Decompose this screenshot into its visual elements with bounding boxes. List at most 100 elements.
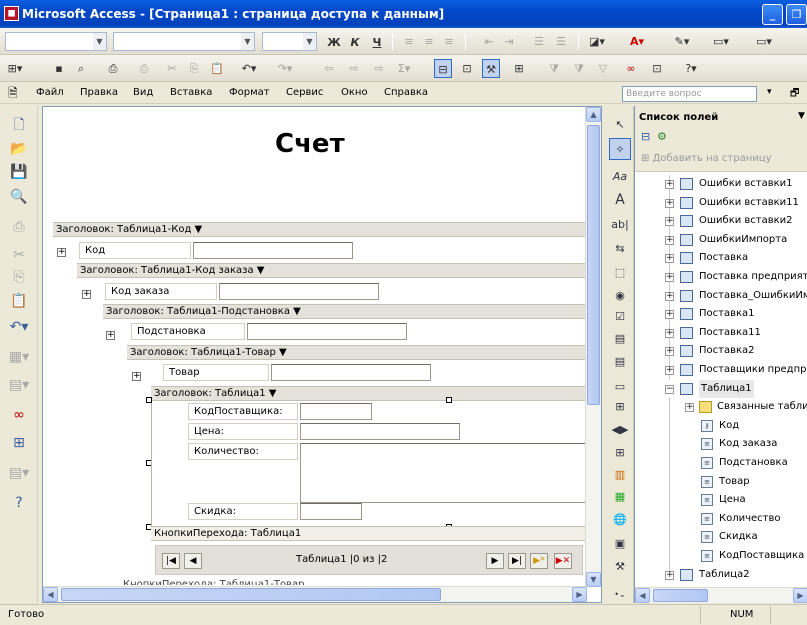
office-chart-icon[interactable]: ▥ bbox=[609, 464, 631, 486]
image-hyperlink-icon[interactable]: ▣ bbox=[609, 533, 631, 555]
tree-field-item[interactable]: ≡ Подстановка bbox=[635, 454, 807, 472]
tree-table-item[interactable]: + Ошибки вставки1 bbox=[635, 175, 807, 193]
scroll-up-icon[interactable]: ▲ bbox=[586, 107, 601, 122]
fill-color-icon[interactable]: ◪▾ bbox=[588, 32, 606, 51]
expand-icon[interactable]: + bbox=[665, 217, 674, 227]
collapse-icon[interactable]: − bbox=[665, 384, 674, 394]
align-right-icon[interactable]: ≡ bbox=[440, 32, 458, 51]
relationships-icon[interactable]: ∞ bbox=[6, 404, 32, 426]
panel-menu-icon[interactable]: ▼ bbox=[798, 111, 805, 121]
nav-header-product[interactable]: КнопкиПерехода: Таблица1-Товар bbox=[123, 579, 304, 585]
menu-file[interactable]: Файл bbox=[36, 87, 64, 98]
field-discount[interactable] bbox=[300, 503, 362, 520]
label-lookup[interactable]: Подстановка bbox=[131, 323, 245, 340]
tree-field-item[interactable]: ≡ КодПоставщика bbox=[635, 547, 807, 565]
align-left-icon[interactable]: ≡ bbox=[400, 32, 418, 51]
dropdown-list-icon[interactable]: ▤ bbox=[609, 328, 631, 350]
preview-icon[interactable]: ⎙ bbox=[135, 59, 153, 78]
scroll-right-icon[interactable]: ▶ bbox=[793, 588, 807, 603]
field-product[interactable] bbox=[271, 364, 431, 381]
relationships-icon[interactable]: ∞ bbox=[622, 59, 640, 78]
expand-icon[interactable]: + bbox=[106, 331, 115, 340]
page-fields-icon[interactable]: ⊟ bbox=[641, 130, 650, 143]
label-discount[interactable]: Скидка: bbox=[188, 503, 298, 520]
save-icon[interactable]: 💾 bbox=[6, 161, 32, 183]
group-header-order-code[interactable]: Заголовок: Таблица1-Код заказа ▼ bbox=[77, 263, 585, 278]
bullets-icon[interactable]: ☰ bbox=[552, 32, 570, 51]
tree-table-item[interactable]: + ОшибкиИмпорта bbox=[635, 231, 807, 249]
promote-icon[interactable]: ⇦ bbox=[320, 59, 338, 78]
tree-field-item[interactable]: ≡ Цена bbox=[635, 491, 807, 509]
hyperlink-tool-icon[interactable]: 🌐 bbox=[609, 509, 631, 531]
undo-icon[interactable]: ↶▾ bbox=[6, 316, 32, 338]
database-window-icon[interactable]: ⊡ bbox=[648, 59, 666, 78]
scroll-left-icon[interactable]: ◀ bbox=[635, 588, 650, 603]
tree-table-item[interactable]: + Ошибки вставки2 bbox=[635, 212, 807, 230]
tree-table-item[interactable]: + Поставка2 bbox=[635, 342, 807, 360]
tree-table-item[interactable]: + Поставка11 bbox=[635, 324, 807, 342]
add-to-page-button[interactable]: ⊞ Добавить на страницу bbox=[641, 153, 771, 164]
italic-button[interactable]: К bbox=[346, 32, 364, 51]
expand-icon[interactable]: + bbox=[665, 180, 674, 189]
line-width-icon[interactable]: ▭▾ bbox=[712, 32, 730, 51]
record-nav-tool-icon[interactable]: ◀▶ bbox=[609, 419, 631, 441]
tree-related-tables[interactable]: + Связанные таблицы bbox=[635, 398, 807, 416]
tree-field-item[interactable]: ≡ Товар bbox=[635, 473, 807, 491]
field-quantity[interactable] bbox=[300, 443, 590, 503]
option-group-icon[interactable]: ⬚ bbox=[609, 262, 631, 284]
increase-indent-icon[interactable]: ⇥ bbox=[500, 32, 518, 51]
cut-icon[interactable]: ✂ bbox=[163, 59, 181, 78]
object-combo[interactable]: ▼ bbox=[5, 32, 107, 51]
page-horizontal-scrollbar[interactable]: ◀ ▶ bbox=[43, 586, 587, 602]
expand-icon[interactable]: + bbox=[665, 310, 674, 320]
select-objects-icon[interactable]: ↖ bbox=[609, 114, 631, 136]
scroll-right-icon[interactable]: ▶ bbox=[572, 587, 587, 602]
cut-icon[interactable]: ✂ bbox=[6, 244, 32, 266]
tree-field-item[interactable]: ≡ Количество bbox=[635, 510, 807, 528]
expand-icon[interactable]: + bbox=[665, 328, 674, 338]
page-title[interactable]: Счет bbox=[275, 129, 345, 159]
field-code[interactable] bbox=[193, 242, 353, 259]
page-vertical-scrollbar[interactable]: ▲ ▼ bbox=[585, 107, 601, 587]
expand-icon[interactable]: + bbox=[57, 248, 66, 257]
list-box-icon[interactable]: ▤ bbox=[609, 351, 631, 373]
more-controls-icon[interactable]: •⌄ bbox=[609, 584, 631, 606]
textbox-tool-icon[interactable]: ab| bbox=[609, 214, 631, 236]
label-price[interactable]: Цена: bbox=[188, 423, 298, 440]
expand-icon[interactable]: + bbox=[665, 291, 674, 301]
first-record-button[interactable]: |◀ bbox=[162, 553, 180, 569]
label-order-code[interactable]: Код заказа bbox=[105, 283, 217, 300]
group-header-lookup[interactable]: Заголовок: Таблица1-Подстановка ▼ bbox=[103, 304, 585, 319]
menu-window[interactable]: Окно bbox=[341, 87, 368, 98]
restore-button[interactable]: ❐ bbox=[786, 4, 807, 25]
objects-icon[interactable]: ▤▾ bbox=[6, 462, 32, 484]
sort-icon[interactable]: ⧩ bbox=[545, 59, 563, 78]
tree-field-item[interactable]: ≡ Код заказа bbox=[635, 435, 807, 453]
view-icon[interactable]: ⊞▾ bbox=[6, 59, 24, 78]
filter-icon[interactable]: ⧩ bbox=[570, 59, 588, 78]
special-effect-icon[interactable]: ▭▾ bbox=[755, 32, 773, 51]
ask-question-input[interactable]: Введите вопрос bbox=[622, 86, 757, 102]
scroll-down-icon[interactable]: ▼ bbox=[586, 572, 601, 587]
paste-icon[interactable]: 📋 bbox=[6, 290, 32, 312]
help-icon[interactable]: ? bbox=[6, 492, 32, 514]
doc-restore-icon[interactable]: 🗗 bbox=[790, 86, 799, 103]
movie-tool-icon[interactable]: ⚒ bbox=[609, 556, 631, 578]
expand-icon[interactable]: + bbox=[665, 366, 674, 375]
open-icon[interactable]: 📂 bbox=[6, 138, 32, 160]
tree-table-item[interactable]: + Таблица2 bbox=[635, 566, 807, 584]
label-code[interactable]: Код bbox=[79, 242, 191, 259]
menu-edit[interactable]: Правка bbox=[80, 87, 118, 98]
bold-button[interactable]: Ж bbox=[325, 32, 343, 51]
tree-table-item[interactable]: + Поставщики предприятий bbox=[635, 361, 807, 379]
nav-header-table1[interactable]: КнопкиПерехода: Таблица1 bbox=[151, 526, 585, 541]
font-size-combo[interactable]: ▼ bbox=[262, 32, 317, 51]
menu-format[interactable]: Формат bbox=[229, 87, 270, 98]
menu-insert[interactable]: Вставка bbox=[170, 87, 212, 98]
expand-icon[interactable]: + bbox=[82, 290, 91, 299]
toolbox-toggle-icon[interactable]: ⊡ bbox=[458, 59, 476, 78]
filter-by-selection-icon[interactable]: ▽ bbox=[594, 59, 612, 78]
delete-record-button[interactable]: ▶✕ bbox=[554, 553, 572, 569]
copy-icon[interactable]: ⎘ bbox=[6, 266, 32, 288]
paste-icon[interactable]: 📋 bbox=[208, 59, 226, 78]
